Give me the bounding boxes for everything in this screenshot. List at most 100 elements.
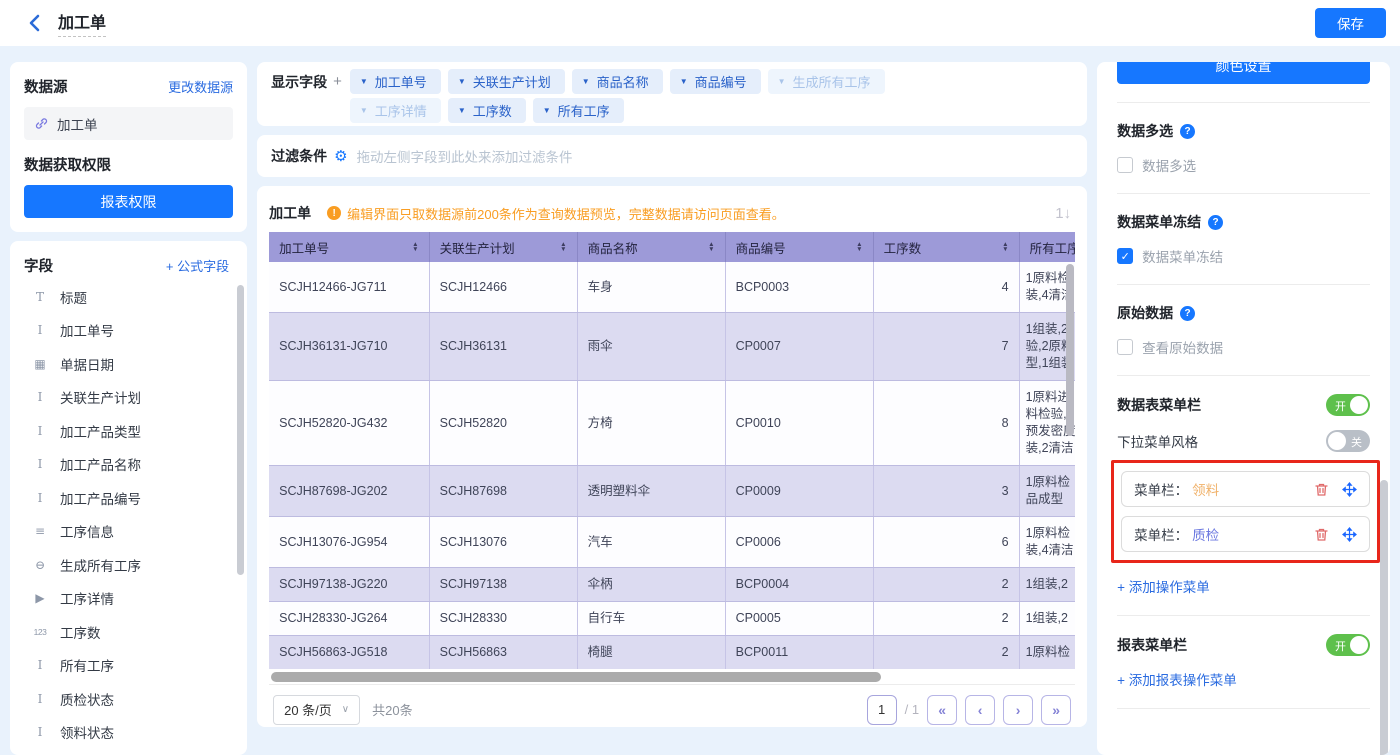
change-datasource-link[interactable]: 更改数据源 bbox=[168, 77, 233, 96]
chevron-down-icon[interactable]: ▼ bbox=[360, 77, 368, 86]
column-header[interactable]: 商品编号▲▼ bbox=[725, 232, 873, 262]
trash-icon[interactable] bbox=[1314, 527, 1329, 542]
move-icon[interactable] bbox=[1342, 482, 1357, 497]
back-icon[interactable] bbox=[26, 14, 44, 32]
table-row[interactable]: SCJH97138-JG220SCJH97138伞柄BCP000421组装,2 bbox=[269, 568, 1075, 602]
table-row[interactable]: SCJH87698-JG202SCJH87698透明塑料伞CP000931原料检… bbox=[269, 466, 1075, 517]
display-field-chip[interactable]: ▼商品名称 bbox=[572, 69, 663, 94]
add-formula-field-link[interactable]: + 公式字段 bbox=[166, 256, 229, 275]
report-menu-toggle[interactable]: 开 bbox=[1326, 634, 1370, 656]
field-item[interactable]: I质检状态 bbox=[24, 682, 237, 716]
chevron-down-icon[interactable]: ▼ bbox=[778, 77, 786, 86]
save-button[interactable]: 保存 bbox=[1315, 8, 1386, 38]
field-item[interactable]: ▶工序详情 bbox=[24, 582, 237, 616]
table-row[interactable]: SCJH12466-JG711SCJH12466车身BCP000341原料检 装… bbox=[269, 262, 1075, 313]
display-field-chip[interactable]: ▼工序数 bbox=[448, 98, 526, 123]
field-item[interactable]: I关联生产计划 bbox=[24, 381, 237, 415]
table-cell: CP0006 bbox=[725, 517, 873, 568]
table-cell: SCJH36131 bbox=[429, 313, 577, 381]
datasource-item[interactable]: 加工单 bbox=[24, 107, 233, 140]
field-item[interactable]: I加工产品名称 bbox=[24, 448, 237, 482]
field-item[interactable]: I加工产品类型 bbox=[24, 414, 237, 448]
settings-scrollbar[interactable] bbox=[1380, 480, 1388, 755]
raw-data-checkbox[interactable] bbox=[1117, 339, 1133, 355]
sort-icon[interactable]: 1↓ bbox=[1051, 205, 1075, 222]
dropdown-style-toggle[interactable]: 关 bbox=[1326, 430, 1370, 452]
table-row[interactable]: SCJH36131-JG710SCJH36131雨伞CP000771组装,2 验… bbox=[269, 313, 1075, 381]
raw-data-checkbox-row[interactable]: 查看原始数据 bbox=[1117, 337, 1370, 357]
display-field-chip[interactable]: ▼关联生产计划 bbox=[448, 69, 565, 94]
sort-arrows-icon[interactable]: ▲▼ bbox=[708, 242, 714, 252]
fields-scrollbar[interactable] bbox=[237, 285, 244, 575]
chevron-down-icon[interactable]: ▼ bbox=[458, 106, 466, 115]
field-item[interactable]: I加工状态辅助 bbox=[24, 749, 237, 755]
multi-select-checkbox[interactable] bbox=[1117, 157, 1133, 173]
column-header[interactable]: 商品名称▲▼ bbox=[577, 232, 725, 262]
column-header-label: 关联生产计划 bbox=[440, 238, 515, 257]
table-row[interactable]: SCJH13076-JG954SCJH13076汽车CP000661原料检 装,… bbox=[269, 517, 1075, 568]
first-page-button[interactable]: « bbox=[927, 695, 957, 725]
add-display-field-button[interactable]: + bbox=[333, 69, 342, 119]
display-field-chip[interactable]: ▼工序详情 bbox=[350, 98, 441, 123]
table-row[interactable]: SCJH56863-JG518SCJH56863椅腿BCP001121原料检 bbox=[269, 636, 1075, 670]
field-item[interactable]: ⊖生成所有工序 bbox=[24, 548, 237, 582]
field-item[interactable]: I加工单号 bbox=[24, 314, 237, 348]
trash-icon[interactable] bbox=[1314, 482, 1329, 497]
menu-freeze-checkbox[interactable] bbox=[1117, 248, 1133, 264]
prev-page-button[interactable]: ‹ bbox=[965, 695, 995, 725]
text-icon: I bbox=[30, 457, 50, 471]
multi-select-checkbox-row[interactable]: 数据多选 bbox=[1117, 155, 1370, 175]
last-page-button[interactable]: » bbox=[1041, 695, 1071, 725]
sort-arrows-icon[interactable]: ▲▼ bbox=[560, 242, 566, 252]
chevron-down-icon[interactable]: ▼ bbox=[543, 106, 551, 115]
chevron-down-icon[interactable]: ▼ bbox=[582, 77, 590, 86]
next-page-button[interactable]: › bbox=[1003, 695, 1033, 725]
add-report-action-menu-link[interactable]: + 添加报表操作菜单 bbox=[1117, 669, 1237, 689]
action-menu-item[interactable]: 菜单栏：领料 bbox=[1121, 471, 1370, 507]
sort-arrows-icon[interactable]: ▲▼ bbox=[412, 242, 418, 252]
display-field-chip[interactable]: ▼生成所有工序 bbox=[768, 69, 885, 94]
field-item[interactable]: ≡工序信息 bbox=[24, 515, 237, 549]
column-header[interactable]: 关联生产计划 ▲▼ bbox=[429, 232, 577, 262]
display-field-chip[interactable]: ▼加工单号 bbox=[350, 69, 441, 94]
help-icon[interactable]: ? bbox=[1208, 215, 1223, 230]
table-horizontal-scrollbar[interactable] bbox=[271, 672, 881, 682]
move-icon[interactable] bbox=[1342, 527, 1357, 542]
current-page-input[interactable]: 1 bbox=[867, 695, 897, 725]
pagination-bar: 20 条/页 ∨ 共20条 1 / 1 « ‹ › » bbox=[269, 684, 1075, 734]
field-item[interactable]: ▦单据日期 bbox=[24, 347, 237, 381]
add-action-menu-link[interactable]: + 添加操作菜单 bbox=[1117, 576, 1210, 596]
menu-freeze-checkbox-row[interactable]: 数据菜单冻结 bbox=[1117, 246, 1370, 266]
page-size-select[interactable]: 20 条/页 ∨ bbox=[273, 695, 360, 725]
filter-settings-gear-icon[interactable]: ⚙ bbox=[334, 147, 347, 165]
chevron-down-icon[interactable]: ▼ bbox=[680, 77, 688, 86]
table-row[interactable]: SCJH52820-JG432SCJH52820方椅CP001081原料进 料检… bbox=[269, 381, 1075, 466]
help-icon[interactable]: ? bbox=[1180, 306, 1195, 321]
chevron-down-icon[interactable]: ▼ bbox=[360, 106, 368, 115]
column-header[interactable]: 加工单号▲▼ bbox=[269, 232, 429, 262]
field-item[interactable]: I领料状态 bbox=[24, 716, 237, 750]
column-header[interactable]: 所有工序 bbox=[1019, 232, 1075, 262]
table-row[interactable]: SCJH28330-JG264SCJH28330自行车CP000521组装,2 bbox=[269, 602, 1075, 636]
table-vertical-scrollbar[interactable] bbox=[1066, 264, 1074, 436]
column-header[interactable]: 工序数▲▼ bbox=[873, 232, 1019, 262]
action-menu-item[interactable]: 菜单栏：质检 bbox=[1121, 516, 1370, 552]
display-field-chip[interactable]: ▼商品编号 bbox=[670, 69, 761, 94]
color-settings-button[interactable]: 颜色设置 bbox=[1117, 62, 1370, 84]
field-item[interactable]: 123工序数 bbox=[24, 615, 237, 649]
table-menu-toggle[interactable]: 开 bbox=[1326, 394, 1370, 416]
report-permission-button[interactable]: 报表权限 bbox=[24, 185, 233, 218]
display-field-chip[interactable]: ▼所有工序 bbox=[533, 98, 624, 123]
center-panel: 显示字段 + ▼加工单号▼关联生产计划▼商品名称▼商品编号▼生成所有工序▼工序详… bbox=[257, 62, 1087, 755]
table-title: 加工单 bbox=[269, 203, 311, 223]
menu-item-name: 领料 bbox=[1192, 479, 1219, 499]
chevron-down-icon[interactable]: ▼ bbox=[458, 77, 466, 86]
field-item[interactable]: T标题 bbox=[24, 280, 237, 314]
help-icon[interactable]: ? bbox=[1180, 124, 1195, 139]
sort-arrows-icon[interactable]: ▲▼ bbox=[856, 242, 862, 252]
field-item[interactable]: I加工产品编号 bbox=[24, 481, 237, 515]
table-cell: 2 bbox=[873, 602, 1019, 636]
filter-dropzone-placeholder[interactable]: 拖动左侧字段到此处来添加过滤条件 bbox=[357, 146, 573, 166]
sort-arrows-icon[interactable]: ▲▼ bbox=[1002, 242, 1008, 252]
field-item[interactable]: I所有工序 bbox=[24, 649, 237, 683]
